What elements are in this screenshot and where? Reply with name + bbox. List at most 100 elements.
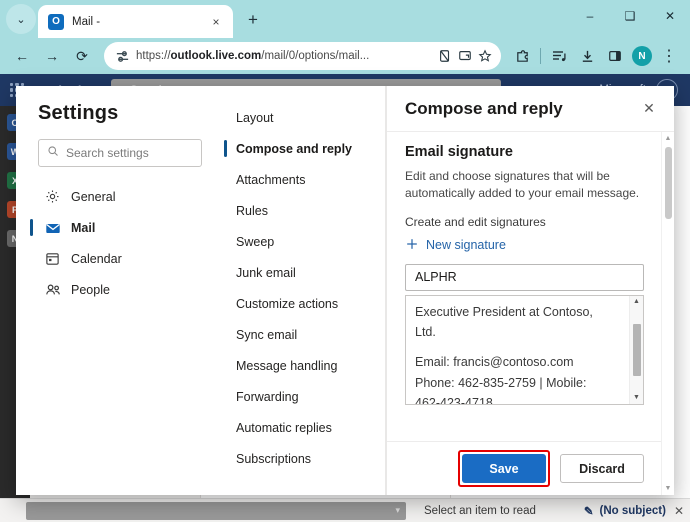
settings-category-pane: Settings Search settings General Mail Ca… [16,86,216,495]
sub-item-rules[interactable]: Rules [228,195,377,226]
signature-line: Phone: 462-835-2759 | Mobile: [415,375,587,390]
site-settings-icon[interactable] [112,46,132,66]
detail-content: Email signature Edit and choose signatur… [387,131,674,441]
reload-icon[interactable]: ⟳ [68,42,96,70]
scroll-down-icon[interactable]: ▼ [665,482,672,495]
discard-button[interactable]: Discard [560,454,644,483]
new-signature-label: New signature [426,238,506,253]
settings-category-label: General [71,189,116,204]
sub-item-attachments[interactable]: Attachments [228,164,377,195]
settings-category-mail[interactable]: Mail [30,212,202,243]
save-button[interactable]: Save [462,454,546,483]
signature-line: Ltd. [415,325,436,340]
scrollbar-thumb[interactable] [664,147,672,219]
signature-body-editor[interactable]: Executive President at Contoso, Ltd. Ema… [405,294,644,405]
tab-title: Mail - [72,15,101,28]
new-signature-button[interactable]: New signature [405,237,644,254]
signature-name-input[interactable]: ALPHR [405,263,644,291]
sub-item-sync-email[interactable]: Sync email [228,319,377,350]
gear-icon [44,188,61,205]
browser-tab[interactable]: O Mail - × [38,5,233,38]
toolbar-divider [540,48,541,64]
plus-icon [405,237,419,254]
signature-name-value: ALPHR [415,270,457,285]
detail-footer: Save Discard [387,441,674,495]
sub-item-forwarding[interactable]: Forwarding [228,381,377,412]
sub-item-automatic-replies[interactable]: Automatic replies [228,412,377,443]
scroll-down-icon[interactable]: ▼ [633,392,640,404]
browser-window: ⌄ O Mail - × + – ❑ ✕ ← → ⟳ https://outlo… [0,0,690,522]
reading-list-icon[interactable] [546,43,572,69]
new-tab-button[interactable]: + [239,6,267,34]
outlook-bottom-bar: ▾ Select an item to read ✎ (No subject) … [0,498,690,522]
settings-category-label: People [71,282,110,297]
browser-toolbar: ← → ⟳ https://outlook.live.com/mail/0/op… [0,38,690,74]
detail-title: Compose and reply [405,98,563,118]
settings-category-people[interactable]: People [38,274,202,305]
address-bar[interactable]: https://outlook.live.com/mail/0/options/… [104,42,501,70]
signature-line: Executive President at Contoso, [415,304,593,319]
sub-item-junk-email[interactable]: Junk email [228,257,377,288]
outlook-favicon-icon: O [48,13,64,30]
compose-close-icon[interactable]: ✕ [674,504,684,518]
tab-close-icon[interactable]: × [207,13,225,31]
search-icon [47,144,59,162]
close-window-button[interactable]: ✕ [650,0,690,32]
compose-minimized-bar[interactable]: ✎ (No subject) [584,504,666,518]
forward-icon[interactable]: → [38,42,66,70]
detail-pane-scrollbar[interactable]: ▲ ▼ [661,132,674,495]
close-icon[interactable]: ✕ [636,96,662,122]
pencil-icon: ✎ [583,505,594,518]
url-path: /mail/0/options/mail... [261,50,370,62]
scrollbar-thumb[interactable] [632,323,641,376]
side-panel-icon[interactable] [602,43,628,69]
signature-editor-scrollbar[interactable]: ▲ ▼ [629,295,643,404]
back-icon[interactable]: ← [8,42,36,70]
signature-line: Email: francis@contoso.com [415,355,574,370]
settings-category-label: Mail [71,220,96,235]
tab-search-button[interactable]: ⌄ [6,4,36,34]
settings-category-calendar[interactable]: Calendar [38,243,202,274]
settings-dialog: Settings Search settings General Mail Ca… [16,86,674,495]
sub-item-message-handling[interactable]: Message handling [228,350,377,381]
minimize-button[interactable]: – [570,0,610,32]
extensions-icon[interactable] [509,43,535,69]
browser-tab-strip: ⌄ O Mail - × + – ❑ ✕ [0,0,690,38]
sub-item-layout[interactable]: Layout [228,102,377,133]
search-settings-input[interactable]: Search settings [38,139,202,167]
split-view-icon[interactable] [435,46,455,66]
signature-blank-line [415,343,621,352]
cast-icon[interactable] [455,46,475,66]
create-edit-signatures-label: Create and edit signatures [405,214,546,229]
profile-avatar[interactable]: N [632,46,652,66]
people-icon [44,281,61,298]
scroll-up-icon[interactable]: ▲ [665,132,672,145]
url-domain: outlook.live.com [170,50,262,62]
sub-item-compose-and-reply[interactable]: Compose and reply [224,133,377,164]
settings-category-general[interactable]: General [38,181,202,212]
no-subject-label: (No subject) [599,504,666,517]
sub-item-subscriptions[interactable]: Subscriptions [228,443,377,474]
bookmark-star-icon[interactable] [475,46,495,66]
detail-header: Compose and reply ✕ [387,86,674,131]
search-settings-placeholder: Search settings [66,146,149,160]
url-prefix: https:// [136,50,171,62]
scroll-up-icon[interactable]: ▲ [633,296,640,308]
window-controls: – ❑ ✕ [570,0,690,38]
outlook-bottom-dropdown[interactable]: ▾ [26,501,406,520]
signature-line: 462-423-4718 [415,396,493,405]
sub-item-sweep[interactable]: Sweep [228,226,377,257]
email-signature-description: Edit and choose signatures that will be … [405,169,640,201]
select-item-label: Select an item to read [424,504,536,517]
settings-category-label: Calendar [71,251,122,266]
settings-title: Settings [38,102,119,124]
chevron-down-icon: ⌄ [16,13,26,26]
save-button-highlight: Save [458,450,550,487]
maximize-button[interactable]: ❑ [610,0,650,32]
email-signature-heading: Email signature [405,144,513,160]
browser-menu-icon[interactable]: ⋮ [656,43,682,69]
chevron-down-icon: ▾ [395,505,400,515]
settings-detail-pane: Compose and reply ✕ Email signature Edit… [386,86,674,495]
sub-item-customize-actions[interactable]: Customize actions [228,288,377,319]
downloads-icon[interactable] [574,43,600,69]
